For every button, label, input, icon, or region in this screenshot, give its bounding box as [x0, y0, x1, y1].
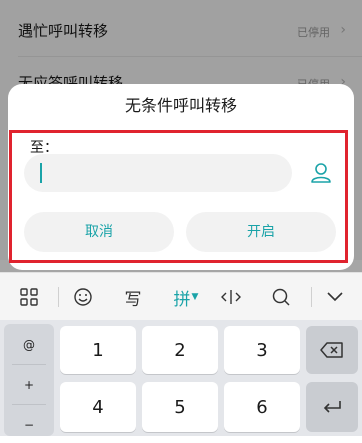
dialog-title: 无条件呼叫转移 [124, 96, 237, 115]
key-5[interactable]: 5 [142, 382, 218, 432]
ime-toolbar: 写 拼 ▼ [0, 272, 362, 321]
divider [311, 287, 312, 307]
pinyin-label: 拼 [173, 289, 191, 310]
collapse-keyboard-icon[interactable] [320, 273, 350, 321]
enter-arrow-icon [323, 401, 341, 413]
keyboard-grid-icon[interactable] [14, 273, 44, 321]
backspace-icon [320, 342, 343, 358]
key-4[interactable]: 4 [60, 382, 136, 432]
cursor-move-icon[interactable] [216, 273, 246, 321]
highlight-box [9, 130, 348, 263]
numeric-keyboard: @ + − 1 2 3 4 5 6 [0, 320, 362, 436]
symbol-key-minus[interactable]: − [4, 406, 54, 443]
symbol-key-at[interactable]: @ [4, 326, 54, 363]
search-icon[interactable] [266, 273, 296, 321]
dropdown-triangle-icon: ▼ [191, 292, 199, 302]
divider [58, 287, 59, 307]
key-6[interactable]: 6 [224, 382, 300, 432]
symbol-key-plus[interactable]: + [4, 366, 54, 403]
key-3[interactable]: 3 [224, 326, 300, 374]
divider [12, 364, 46, 365]
emoji-icon[interactable] [68, 273, 98, 321]
enter-key[interactable] [306, 382, 358, 432]
key-2[interactable]: 2 [142, 326, 218, 374]
pinyin-mode-button[interactable]: 拼 ▼ [166, 273, 206, 321]
key-1[interactable]: 1 [60, 326, 136, 374]
handwrite-mode-button[interactable]: 写 [118, 273, 148, 321]
symbol-column: @ + − [4, 324, 54, 436]
backspace-key[interactable] [306, 326, 358, 374]
divider [12, 404, 46, 405]
